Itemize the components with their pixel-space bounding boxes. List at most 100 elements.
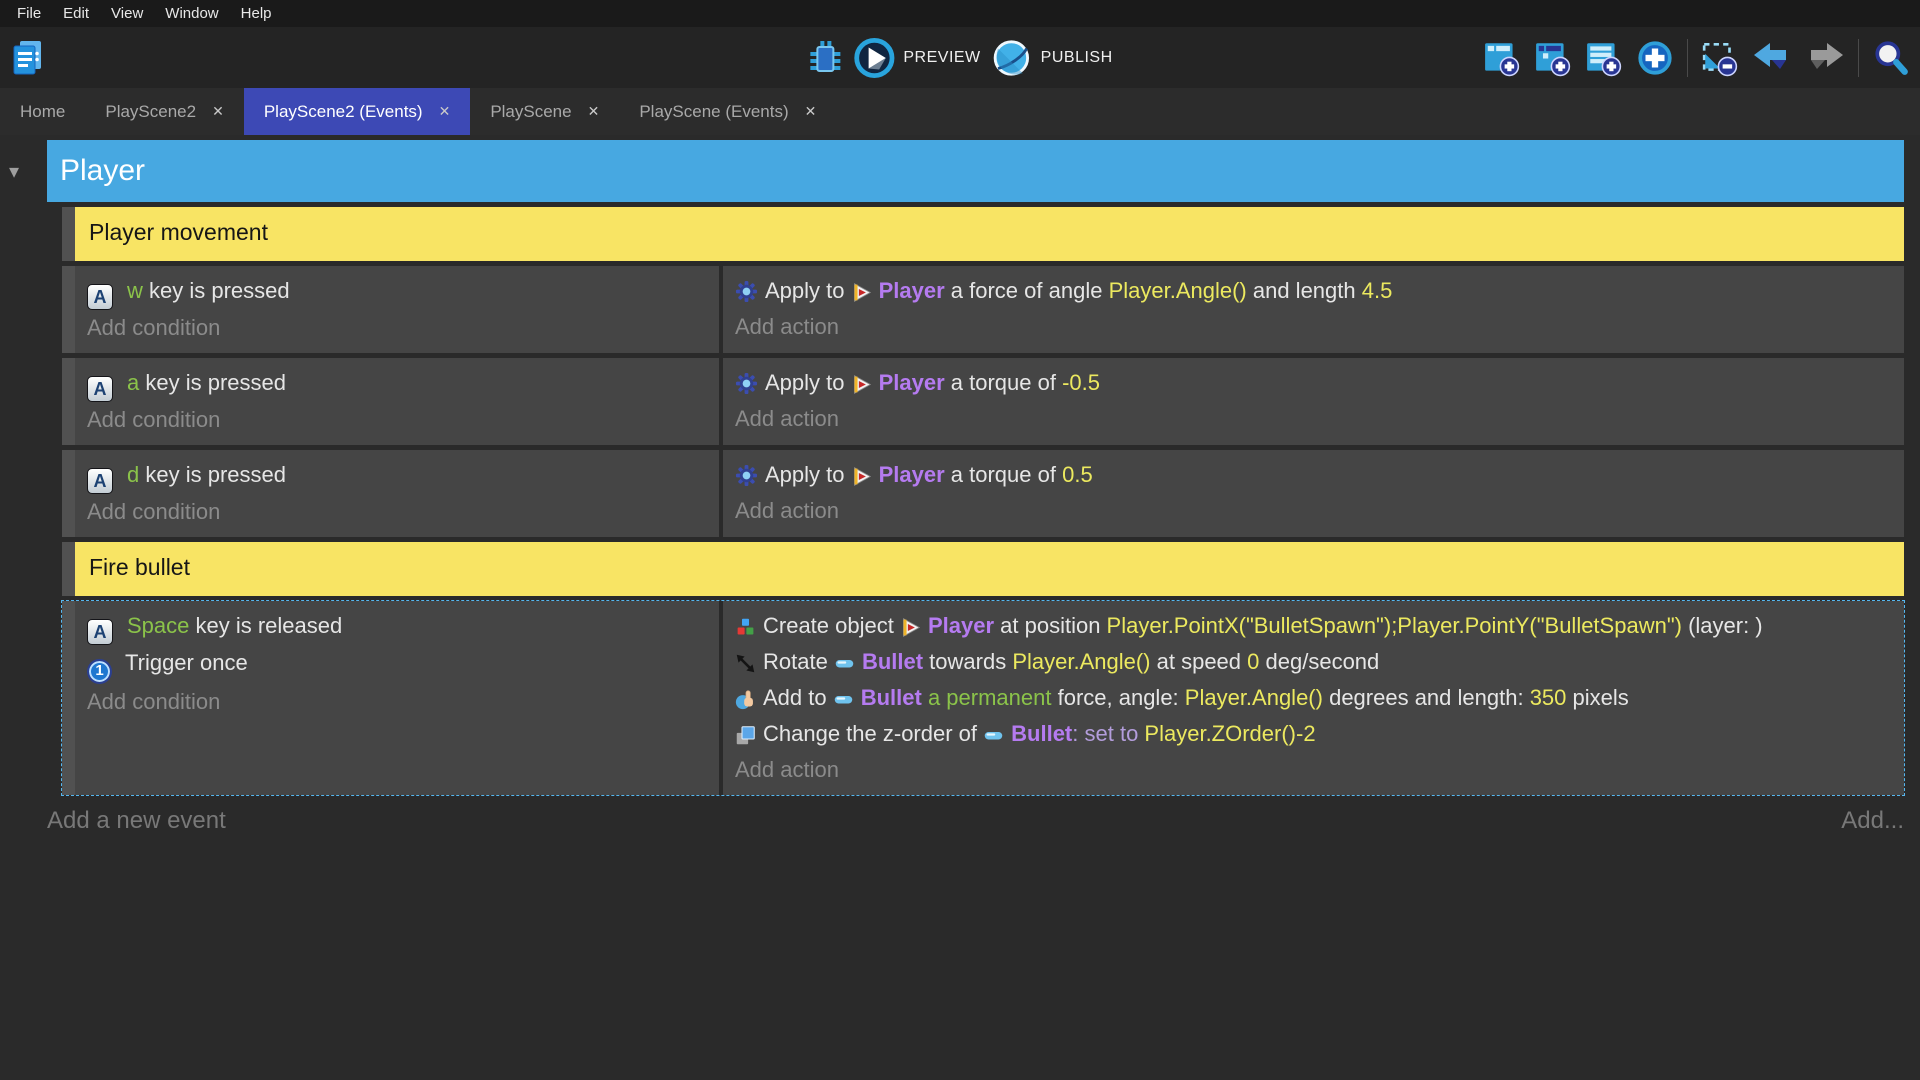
bullet-object-icon (833, 689, 854, 710)
actions-cell: Apply to Player a force of angle Player.… (723, 266, 1904, 353)
event-body: Ad key is pressed Add condition Apply to P… (75, 450, 1904, 537)
add-action-button[interactable]: Add action (735, 752, 1892, 788)
add-comment-icon[interactable] (1585, 39, 1623, 77)
add-action-button[interactable]: Add action (735, 493, 1892, 529)
text-segment: Bullet (861, 649, 924, 674)
text-segment: Player.Angle() (1012, 649, 1151, 674)
tab-bar: Home PlayScene2 ✕ PlayScene2 (Events) ✕ … (0, 88, 1920, 135)
keyboard-key-icon: A (87, 284, 120, 310)
physics-force-icon (735, 372, 758, 395)
conditions-cell: Aw key is pressed Add condition (75, 266, 719, 353)
main-toolbar: PREVIEW PUBLISH (0, 27, 1920, 88)
zorder-icon (735, 725, 756, 746)
row-drag-handle[interactable] (62, 207, 75, 261)
search-icon[interactable] (1872, 39, 1910, 77)
collapse-group-icon[interactable]: ▾ (9, 159, 19, 184)
text-segment: a torque of (944, 370, 1063, 395)
tab-playscene2-events[interactable]: PlayScene2 (Events) ✕ (243, 88, 471, 135)
tab-playscene-events[interactable]: PlayScene (Events) ✕ (619, 88, 836, 135)
tab-home[interactable]: Home (0, 88, 85, 135)
keyboard-key-icon: A (87, 619, 120, 645)
text-segment: Apply to (765, 462, 851, 487)
text-segment: pixels (1566, 685, 1629, 710)
close-icon[interactable]: ✕ (212, 103, 224, 120)
action-line[interactable]: Change the z-order of Bullet: set to Pla… (735, 716, 1892, 752)
action-line[interactable]: Create object Player at position Player.… (735, 608, 1892, 644)
add-condition-button[interactable]: Add condition (87, 402, 707, 438)
add-new-event-button[interactable]: Add a new event (47, 807, 226, 835)
text-segment: Player.Angle() (1108, 278, 1247, 303)
comment-text[interactable]: Fire bullet (75, 542, 1904, 596)
event-body: Aw key is pressed Add condition Apply to P… (75, 266, 1904, 353)
action-line[interactable]: Apply to Player a torque of -0.5 (735, 365, 1892, 401)
gdevelop-window: File Edit View Window Help PREVIEW PUBLI… (0, 0, 1920, 1080)
text-segment: Bullet (1011, 721, 1073, 746)
text-segment: Player.PointX("BulletSpawn");Player.Poin… (1106, 613, 1682, 638)
remove-event-icon[interactable] (1701, 39, 1739, 77)
text-segment: Trigger once (125, 650, 248, 675)
menu-window[interactable]: Window (154, 5, 229, 22)
action-line[interactable]: Add to Bullet a permanent force, angle: … (735, 680, 1892, 716)
player-object-icon (851, 282, 872, 303)
action-line[interactable]: Apply to Player a force of angle Player.… (735, 273, 1892, 309)
debug-icon[interactable] (807, 39, 843, 77)
project-manager-icon[interactable] (8, 38, 46, 78)
condition-line[interactable]: 1 Trigger once (87, 645, 707, 684)
add-event-icon[interactable] (1483, 39, 1521, 77)
row-drag-handle[interactable] (62, 450, 75, 537)
conditions-cell: A Space key is released 1 Trigger once Add c… (75, 601, 719, 795)
row-drag-handle[interactable] (62, 358, 75, 445)
text-segment: 0.5 (1062, 462, 1093, 487)
menu-help[interactable]: Help (230, 5, 283, 22)
undo-icon[interactable] (1752, 39, 1792, 77)
redo-icon[interactable] (1805, 39, 1845, 77)
bullet-object-icon (834, 653, 855, 674)
text-segment: a force of angle (944, 278, 1109, 303)
text-segment: Add to (763, 685, 833, 710)
add-subevent-icon[interactable] (1534, 39, 1572, 77)
menu-view[interactable]: View (100, 5, 154, 22)
text-segment: force, angle: (1057, 685, 1185, 710)
publish-button[interactable]: PUBLISH (991, 37, 1113, 79)
condition-line[interactable]: A Space key is released (87, 608, 707, 645)
text-segment: key is pressed (139, 462, 286, 487)
text-segment: key is released (189, 613, 343, 638)
add-condition-button[interactable]: Add condition (87, 494, 707, 530)
text-segment: and length (1246, 278, 1362, 303)
menu-file[interactable]: File (6, 5, 52, 22)
condition-line[interactable]: Ad key is pressed (87, 457, 707, 494)
row-drag-handle[interactable] (62, 601, 75, 795)
action-line[interactable]: Rotate Bullet towards Player.Angle() at … (735, 644, 1892, 680)
text-segment: -0.5 (1062, 370, 1101, 395)
text-segment: a (127, 370, 140, 395)
tab-playscene[interactable]: PlayScene ✕ (470, 88, 619, 135)
close-icon[interactable]: ✕ (588, 103, 600, 120)
add-more-button[interactable]: Add... (1841, 807, 1904, 835)
condition-line[interactable]: Aw key is pressed (87, 273, 707, 310)
standard-event-row: Aa key is pressed Add condition Apply to P… (62, 358, 1904, 445)
preview-button[interactable]: PREVIEW (853, 37, 980, 79)
menu-edit[interactable]: Edit (52, 5, 100, 22)
close-icon[interactable]: ✕ (439, 103, 451, 120)
comment-text[interactable]: Player movement (75, 207, 1904, 261)
close-icon[interactable]: ✕ (805, 103, 817, 120)
text-segment: at speed (1150, 649, 1248, 674)
row-drag-handle[interactable] (62, 266, 75, 353)
physics-force-icon (735, 464, 758, 487)
add-action-button[interactable]: Add action (735, 401, 1892, 437)
event-group-header[interactable]: Player (47, 140, 1904, 202)
keyboard-key-icon: A (87, 468, 120, 494)
standard-event-row: Ad key is pressed Add condition Apply to P… (62, 450, 1904, 537)
tab-playscene2[interactable]: PlayScene2 ✕ (85, 88, 243, 135)
condition-line[interactable]: Aa key is pressed (87, 365, 707, 402)
create-object-icon (735, 617, 756, 638)
action-line[interactable]: Apply to Player a torque of 0.5 (735, 457, 1892, 493)
text-segment: 350 (1529, 685, 1567, 710)
add-condition-button[interactable]: Add condition (87, 310, 707, 346)
add-other-event-icon[interactable] (1636, 39, 1674, 77)
row-drag-handle[interactable] (62, 542, 75, 596)
text-segment: Change the z-order of (763, 721, 984, 746)
add-action-button[interactable]: Add action (735, 309, 1892, 345)
actions-cell: Apply to Player a torque of 0.5 Add actio… (723, 450, 1904, 537)
add-condition-button[interactable]: Add condition (87, 684, 707, 720)
